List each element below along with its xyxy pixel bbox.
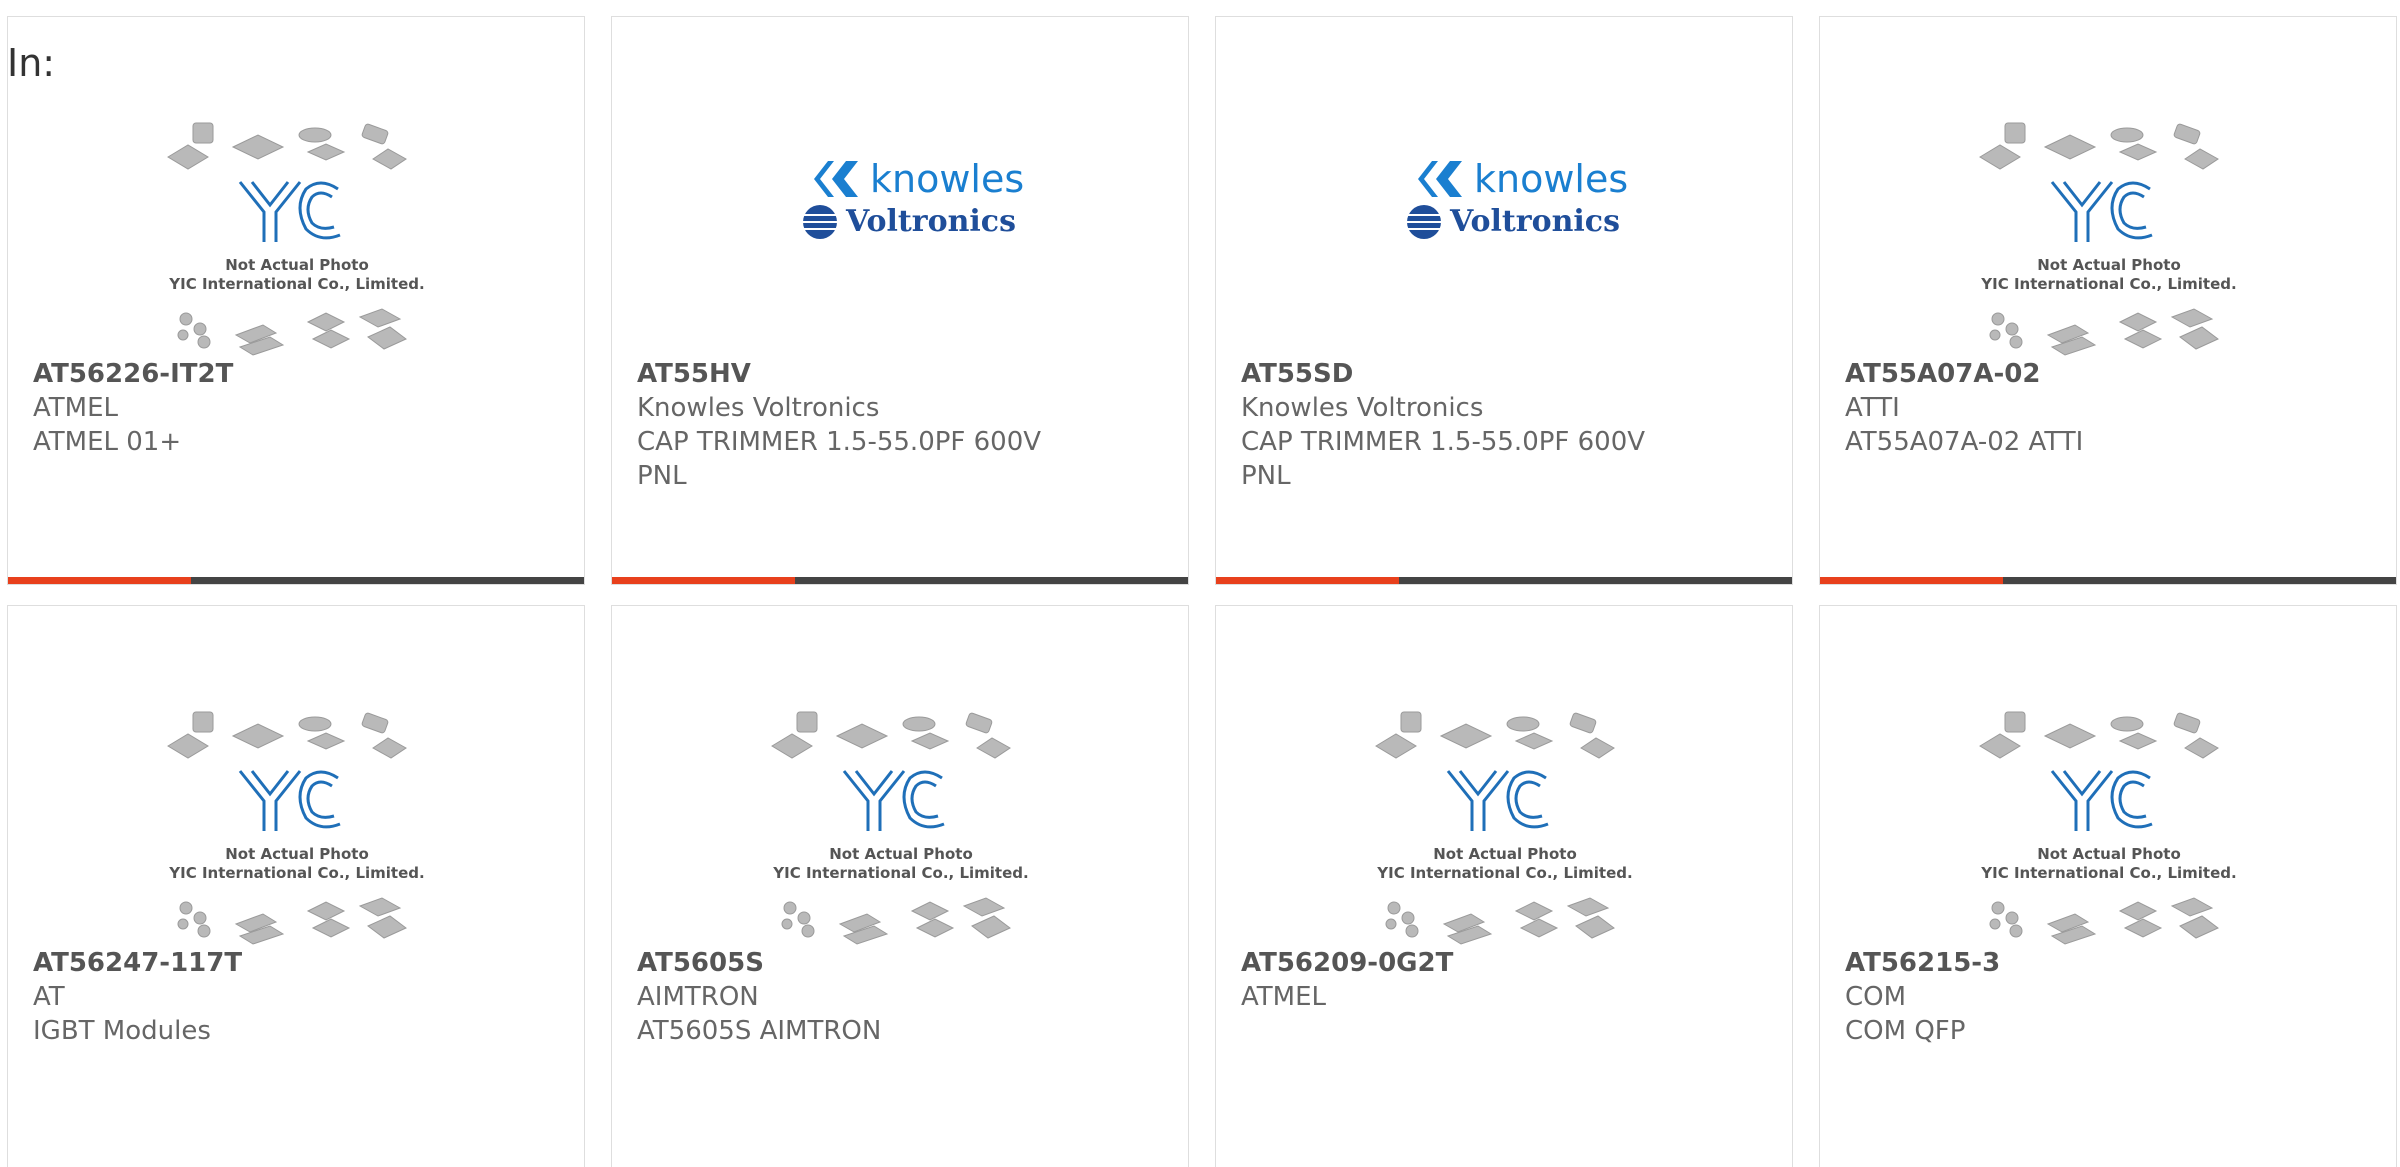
- product-info: AT55A07A-02 ATTI AT55A07A-02 ATTI: [1845, 357, 2376, 459]
- manufacturer-logo-image[interactable]: knowles Voltronics: [612, 97, 1188, 367]
- globe-icon: [1407, 205, 1441, 239]
- knowles-chevron-icon: [1418, 161, 1462, 197]
- card-accent-bar: [1216, 577, 1399, 584]
- globe-icon: [803, 205, 837, 239]
- svg-text:Not Actual Photo: Not Actual Photo: [225, 845, 369, 863]
- placeholder-image[interactable]: Not Actual Photo YIC International Co., …: [8, 97, 584, 367]
- part-number[interactable]: AT5605S: [637, 946, 1168, 980]
- in-label: In:: [7, 41, 56, 85]
- description-continued: PNL: [637, 461, 687, 491]
- product-info: AT5605S AIMTRON AT5605S AIMTRON: [637, 946, 1168, 1048]
- part-number[interactable]: AT56247-117T: [33, 946, 564, 980]
- product-card[interactable]: Not Actual Photo YIC International Co., …: [1215, 605, 1793, 1167]
- svg-text:Not Actual Photo: Not Actual Photo: [225, 256, 369, 274]
- yic-placeholder-icon: Not Actual Photo YIC International Co., …: [1375, 711, 1633, 945]
- product-info: AT56215-3 COM COM QFP: [1845, 946, 2376, 1048]
- yic-placeholder-icon: Not Actual Photo YIC International Co., …: [167, 122, 425, 356]
- svg-text:Not Actual Photo: Not Actual Photo: [2037, 845, 2181, 863]
- placeholder-image[interactable]: Not Actual Photo YIC International Co., …: [612, 686, 1188, 956]
- product-grid-page: In: Not Actual Photo YIC International C…: [0, 0, 2400, 1167]
- part-number[interactable]: AT56209-0G2T: [1241, 946, 1772, 980]
- knowles-wordmark: knowles: [870, 157, 1025, 201]
- description-continued: PNL: [1241, 461, 1291, 491]
- manufacturer: Knowles Voltronics: [1241, 393, 1484, 423]
- product-info: AT55SD Knowles Voltronics CAP TRIMMER 1.…: [1241, 357, 1772, 493]
- manufacturer-logo-image[interactable]: knowles Voltronics: [1216, 97, 1792, 367]
- product-card[interactable]: knowles Voltronics AT55SD Knowles Voltro…: [1215, 16, 1793, 585]
- description: COM QFP: [1845, 1016, 1966, 1046]
- product-info: AT56247-117T AT IGBT Modules: [33, 946, 564, 1048]
- card-accent-bar: [8, 577, 191, 584]
- manufacturer: Knowles Voltronics: [637, 393, 880, 423]
- card-footer-bar: [8, 577, 584, 584]
- svg-text:YIC International Co., Limited: YIC International Co., Limited.: [168, 275, 424, 293]
- manufacturer: COM: [1845, 982, 1907, 1012]
- description: CAP TRIMMER 1.5-55.0PF 600V: [1241, 427, 1646, 457]
- svg-text:Not Actual Photo: Not Actual Photo: [2037, 256, 2181, 274]
- part-number[interactable]: AT55SD: [1241, 357, 1772, 391]
- yic-placeholder-icon: Not Actual Photo YIC International Co., …: [1979, 711, 2237, 945]
- knowles-voltronics-logo: knowles Voltronics: [1404, 157, 1628, 257]
- part-number[interactable]: AT55HV: [637, 357, 1168, 391]
- product-info: AT55HV Knowles Voltronics CAP TRIMMER 1.…: [637, 357, 1168, 493]
- part-number[interactable]: AT56215-3: [1845, 946, 2376, 980]
- description: IGBT Modules: [33, 1016, 211, 1046]
- manufacturer: AIMTRON: [637, 982, 759, 1012]
- card-footer-bar: [612, 577, 1188, 584]
- manufacturer: AT: [33, 982, 65, 1012]
- description: CAP TRIMMER 1.5-55.0PF 600V: [637, 427, 1042, 457]
- description: AT5605S AIMTRON: [637, 1016, 882, 1046]
- placeholder-image[interactable]: Not Actual Photo YIC International Co., …: [1820, 686, 2396, 956]
- card-footer-bar: [1820, 577, 2396, 584]
- product-card[interactable]: Not Actual Photo YIC International Co., …: [611, 605, 1189, 1167]
- card-footer-bar: [1216, 577, 1792, 584]
- description: ATMEL 01+: [33, 427, 182, 457]
- product-card[interactable]: Not Actual Photo YIC International Co., …: [7, 605, 585, 1167]
- svg-text:Not Actual Photo: Not Actual Photo: [1433, 845, 1577, 863]
- placeholder-image[interactable]: Not Actual Photo YIC International Co., …: [1820, 97, 2396, 367]
- placeholder-image[interactable]: Not Actual Photo YIC International Co., …: [1216, 686, 1792, 956]
- placeholder-image[interactable]: Not Actual Photo YIC International Co., …: [8, 686, 584, 956]
- product-card[interactable]: knowles Voltronics AT55HV Knowles Voltro…: [611, 16, 1189, 585]
- voltronics-wordmark: Voltronics: [846, 204, 1016, 239]
- svg-text:YIC International Co., Limited: YIC International Co., Limited.: [1376, 864, 1632, 882]
- product-info: AT56209-0G2T ATMEL: [1241, 946, 1772, 1014]
- card-accent-bar: [612, 577, 795, 584]
- product-info: AT56226-IT2T ATMEL ATMEL 01+: [33, 357, 564, 459]
- description: AT55A07A-02 ATTI: [1845, 427, 2084, 457]
- product-card[interactable]: Not Actual Photo YIC International Co., …: [7, 16, 585, 585]
- manufacturer: ATMEL: [1241, 982, 1326, 1012]
- part-number[interactable]: AT55A07A-02: [1845, 357, 2376, 391]
- manufacturer: ATTI: [1845, 393, 1900, 423]
- yic-placeholder-icon: Not Actual Photo YIC International Co., …: [167, 711, 425, 945]
- svg-text:YIC International Co., Limited: YIC International Co., Limited.: [168, 864, 424, 882]
- knowles-chevron-icon: [814, 161, 858, 197]
- yic-placeholder-icon: Not Actual Photo YIC International Co., …: [771, 711, 1029, 945]
- svg-text:YIC International Co., Limited: YIC International Co., Limited.: [1980, 275, 2236, 293]
- knowles-wordmark: knowles: [1474, 157, 1629, 201]
- part-number[interactable]: AT56226-IT2T: [33, 357, 564, 391]
- svg-text:Not Actual Photo: Not Actual Photo: [829, 845, 973, 863]
- voltronics-wordmark: Voltronics: [1450, 204, 1620, 239]
- manufacturer: ATMEL: [33, 393, 118, 423]
- card-accent-bar: [1820, 577, 2003, 584]
- knowles-voltronics-logo: knowles Voltronics: [800, 157, 1024, 257]
- svg-text:YIC International Co., Limited: YIC International Co., Limited.: [772, 864, 1028, 882]
- svg-text:YIC International Co., Limited: YIC International Co., Limited.: [1980, 864, 2236, 882]
- product-card[interactable]: Not Actual Photo YIC International Co., …: [1819, 605, 2397, 1167]
- product-card[interactable]: Not Actual Photo YIC International Co., …: [1819, 16, 2397, 585]
- yic-placeholder-icon: Not Actual Photo YIC International Co., …: [1979, 122, 2237, 356]
